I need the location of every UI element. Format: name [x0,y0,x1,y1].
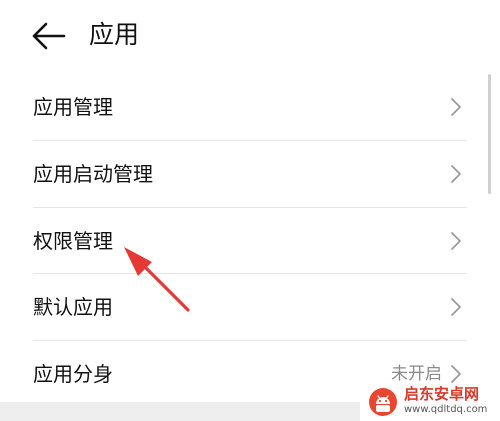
menu-item-label: 权限管理 [33,229,113,253]
menu-item-label: 应用启动管理 [33,162,153,186]
menu-item-label: 应用分身 [33,362,113,386]
back-button[interactable] [30,20,70,52]
page-title: 应用 [89,20,140,49]
chevron-right-icon [451,165,461,183]
menu-item-permission-management[interactable]: 权限管理 [0,208,500,274]
app-header: 应用 [0,0,500,75]
watermark-title: 启东安卓网 [404,385,480,403]
chevron-right-icon [451,232,461,250]
chevron-right-icon [451,98,461,116]
menu-item-startup-management[interactable]: 应用启动管理 [0,141,500,207]
menu-item-label: 默认应用 [33,295,113,319]
menu-item-default-apps[interactable]: 默认应用 [0,274,500,340]
arrow-left-icon [32,22,66,50]
watermark-url: www.qdltdq.com [404,404,488,415]
watermark: 启东安卓网 www.qdltdq.com [360,383,500,421]
menu-item-label: 应用管理 [33,95,113,119]
chevron-right-icon [451,365,461,383]
menu-item-app-management[interactable]: 应用管理 [0,74,500,140]
chevron-right-icon [451,298,461,316]
android-logo-icon [369,388,397,416]
